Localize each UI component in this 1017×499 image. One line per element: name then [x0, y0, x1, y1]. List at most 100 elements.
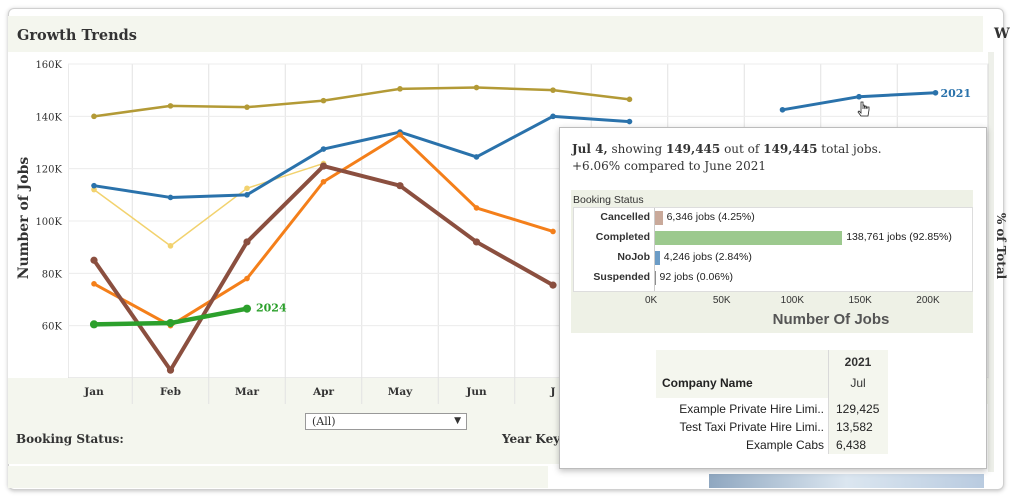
filters-footer	[8, 466, 548, 488]
data-point	[397, 86, 403, 92]
data-point	[550, 113, 556, 120]
company-name-cell: Example Private Hire Limi..	[679, 402, 824, 416]
series-label: 2021	[941, 87, 972, 100]
data-point	[166, 366, 175, 374]
data-point	[167, 103, 174, 109]
data-point	[473, 154, 480, 160]
table-year-header: 2021	[844, 355, 872, 369]
booking-status-title: Booking Status	[573, 194, 644, 206]
company-jobs-cell: 13,582	[836, 420, 873, 434]
y-tick-label: 160K	[35, 60, 62, 71]
data-point	[779, 106, 786, 113]
tooltip-comparison: +6.06% compared to June 2021	[572, 159, 767, 173]
data-point	[320, 97, 327, 104]
booking-status-dropdown[interactable]: (All) ▼	[305, 413, 467, 430]
y-tick-label: 140K	[35, 112, 62, 123]
data-point	[90, 256, 98, 264]
booking-status-bar	[654, 211, 663, 225]
x-tick-label: Mar	[235, 386, 259, 398]
data-point	[473, 205, 480, 211]
data-point	[932, 89, 939, 96]
data-point	[244, 275, 250, 282]
company-name-cell: Example Cabs	[745, 438, 824, 452]
data-point	[550, 87, 556, 93]
tooltip-total-suffix: total jobs.	[821, 142, 882, 156]
tooltip-shown-count: 149,445	[665, 142, 721, 156]
booking-status-label: Booking Status:	[16, 432, 124, 446]
company-table: 2021 Jul Company Name Example Private Hi…	[656, 350, 888, 454]
right-axis-label: % of Total	[994, 213, 1008, 280]
booking-status-value: 4,246 jobs (2.84%)	[663, 251, 752, 263]
booking-status-value: 6,346 jobs (4.25%)	[666, 211, 755, 223]
booking-status-value: 92 jobs (0.06%)	[659, 271, 734, 283]
data-point	[243, 238, 251, 246]
data-point	[166, 319, 175, 328]
booking-status-plot: Cancelled 6,346 jobs (4.25%) Completed 138,…	[573, 207, 973, 292]
x-tick-label: Feb	[160, 386, 181, 398]
booking-status-label: Suspended	[593, 271, 650, 283]
data-point	[320, 178, 327, 185]
chevron-down-icon: ▼	[454, 416, 461, 426]
table-month-header: Jul	[850, 376, 866, 390]
year-key-label: Year Key:	[502, 432, 565, 446]
data-point	[91, 281, 97, 287]
data-point	[397, 131, 403, 138]
data-point	[242, 304, 252, 313]
data-point	[626, 118, 633, 125]
booking-status-row: NoJob 4,246 jobs (2.84%)	[574, 248, 972, 268]
booking-status-value: 138,761 jobs (92.85%)	[846, 231, 952, 243]
booking-status-selected: (All)	[312, 415, 336, 428]
tooltip-total-count: 149,445	[763, 142, 818, 156]
data-point	[244, 104, 250, 110]
booking-status-tick: 50K	[712, 295, 731, 306]
x-tick-label: Jun	[465, 386, 487, 398]
data-point	[319, 162, 328, 170]
series-label: 2024	[256, 302, 287, 315]
x-tick-label: Jan	[83, 386, 104, 398]
booking-status-tick: 200K	[916, 295, 940, 306]
x-tick-label: May	[388, 386, 413, 398]
y-axis-label: Number of Jobs	[16, 157, 32, 280]
data-point	[167, 194, 174, 201]
booking-status-row: Cancelled 6,346 jobs (4.25%)	[574, 208, 972, 228]
data-point	[396, 182, 404, 190]
x-tick-label: Apr	[312, 386, 334, 398]
x-tick-label: J	[550, 386, 556, 398]
y-tick-label: 120K	[35, 165, 62, 176]
data-point	[473, 84, 480, 91]
tooltip-summary: Jul 4, showing 149,445 out of 149,445 to…	[572, 142, 882, 156]
company-jobs-cell: 129,425	[836, 402, 880, 416]
data-point	[550, 228, 556, 235]
y-tick-label: 60K	[42, 322, 63, 333]
booking-status-axis-label: Number Of Jobs	[772, 311, 890, 328]
data-point	[244, 185, 250, 192]
company-name-header: Company Name	[662, 376, 753, 390]
data-point	[472, 238, 481, 246]
booking-status-chart: Booking Status Cancelled 6,346 jobs (4.25…	[571, 190, 973, 333]
y-tick-label: 100K	[35, 217, 62, 228]
booking-status-bar	[654, 231, 843, 245]
booking-status-label: Cancelled	[600, 211, 650, 223]
y-tick-label: 80K	[42, 269, 63, 280]
tooltip-date: Jul 4,	[572, 142, 608, 156]
booking-status-tick: 0K	[645, 295, 658, 306]
booking-status-tick: 100K	[780, 295, 804, 306]
booking-status-axis-line	[654, 208, 655, 291]
data-point	[244, 192, 250, 198]
chart-tooltip: Jul 4, showing 149,445 out of 149,445 to…	[559, 127, 987, 469]
tooltip-showing-word: showing	[611, 142, 663, 156]
data-point	[856, 93, 862, 100]
data-point	[89, 320, 99, 329]
booking-status-label: NoJob	[617, 251, 650, 263]
data-point	[549, 281, 557, 289]
data-point	[91, 113, 97, 120]
booking-status-row: Suspended 92 jobs (0.06%)	[574, 268, 972, 288]
data-point	[91, 182, 97, 189]
company-jobs-cell: 6,438	[836, 438, 867, 452]
data-point	[626, 96, 633, 103]
partial-image	[709, 474, 984, 488]
data-point	[167, 243, 174, 249]
booking-status-tick: 150K	[848, 295, 872, 306]
booking-status-row: Completed 138,761 jobs (92.85%)	[574, 228, 972, 248]
company-name-cell: Test Taxi Private Hire Limi..	[679, 420, 825, 434]
